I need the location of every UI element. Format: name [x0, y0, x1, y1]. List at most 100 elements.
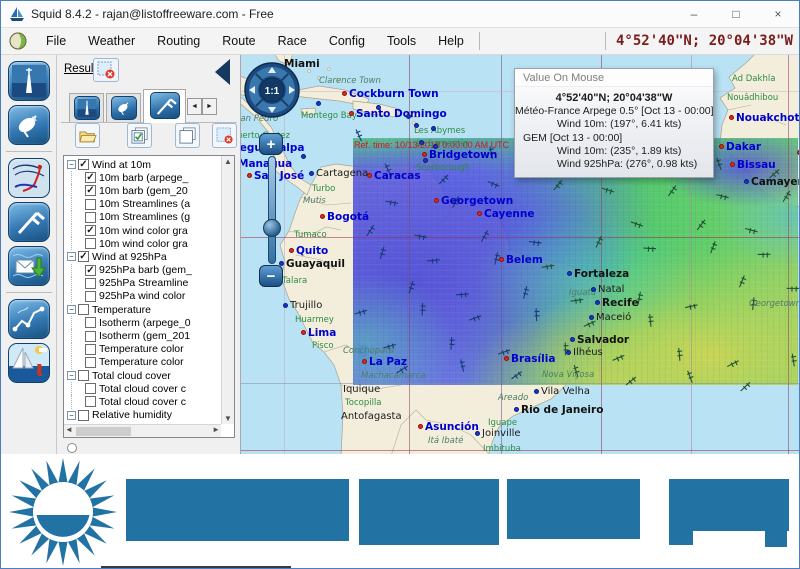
globe-icon[interactable]: [9, 32, 27, 50]
layer-checkbox[interactable]: [85, 212, 96, 223]
collapse-panel-arrow[interactable]: [215, 59, 230, 85]
layer-checkbox[interactable]: [85, 278, 96, 289]
tree-row[interactable]: 10m Streamlines (a: [65, 198, 220, 211]
layer-checkbox[interactable]: [85, 344, 96, 355]
tree-row[interactable]: Isotherm (arpege_0: [65, 316, 220, 329]
display-mode-radio[interactable]: [67, 443, 77, 453]
layer-checkbox[interactable]: [85, 291, 96, 302]
tree-row[interactable]: Temperature color: [65, 343, 220, 356]
tab-wind-barb[interactable]: [143, 89, 186, 123]
tree-expander-icon[interactable]: −: [67, 411, 76, 420]
clear-all-button[interactable]: [212, 123, 237, 148]
menu-item-file[interactable]: File: [35, 31, 77, 51]
tab-scroll-left[interactable]: ◄: [187, 98, 202, 115]
layers-tree: −✓Wind at 10m✓10m barb (arpege_✓10m barb…: [63, 155, 235, 438]
uncheck-all-button[interactable]: [175, 123, 200, 148]
tree-row[interactable]: ✓10m barb (gem_20: [65, 184, 220, 197]
layer-checkbox[interactable]: ✓: [85, 185, 96, 196]
layer-checkbox[interactable]: [85, 238, 96, 249]
tab-buoy[interactable]: [69, 93, 104, 122]
tree-row[interactable]: 10m wind color gra: [65, 237, 220, 250]
tree-indent: [71, 329, 85, 342]
layer-checkbox[interactable]: [85, 199, 96, 210]
tree-row[interactable]: −✓Wind at 10m: [65, 158, 220, 171]
layer-checkbox[interactable]: ✓: [85, 265, 96, 276]
menu-item-race[interactable]: Race: [267, 31, 318, 51]
app-sailboat-icon: [9, 6, 25, 22]
layer-checkbox[interactable]: [78, 304, 89, 315]
tab-scroll-right[interactable]: ►: [202, 98, 217, 115]
logo-text-block: [669, 531, 693, 545]
zoom-out-button[interactable]: −: [259, 265, 283, 287]
satellite-icon[interactable]: [8, 105, 50, 145]
tree-expander-icon[interactable]: −: [67, 305, 76, 314]
layer-checkbox[interactable]: ✓: [85, 172, 96, 183]
tree-expander-icon[interactable]: −: [67, 160, 76, 169]
tree-row[interactable]: Isotherm (gem_201: [65, 329, 220, 342]
tree-indent: [71, 382, 85, 395]
menu-item-tools[interactable]: Tools: [376, 31, 427, 51]
tree-row[interactable]: −Relative humidity: [65, 409, 220, 422]
layer-checkbox[interactable]: ✓: [78, 251, 89, 262]
sailboat-race-icon[interactable]: [8, 343, 50, 383]
tree-expander-icon[interactable]: −: [67, 371, 76, 380]
tab-satellite[interactable]: [106, 93, 141, 122]
layer-checkbox[interactable]: ✓: [85, 225, 96, 236]
layer-checkbox[interactable]: [78, 370, 89, 381]
tree-row[interactable]: 925hPa wind color: [65, 290, 220, 303]
check-all-button[interactable]: [127, 123, 152, 148]
layer-checkbox[interactable]: [78, 410, 89, 421]
clear-results-button[interactable]: [93, 58, 119, 82]
wind-barb-tab-icon: [150, 92, 180, 119]
tree-row[interactable]: Temperature color: [65, 356, 220, 369]
mouse-coordinates: 4°52'40"N; 20°04'38"W: [601, 32, 793, 50]
menu-item-config[interactable]: Config: [318, 31, 376, 51]
zoom-slider-knob[interactable]: [263, 219, 281, 237]
tree-row[interactable]: Total cloud cover c: [65, 382, 220, 395]
zoom-in-button[interactable]: +: [259, 133, 283, 155]
layer-checkbox[interactable]: [85, 317, 96, 328]
route-icon[interactable]: [8, 299, 50, 339]
layer-checkbox[interactable]: [85, 357, 96, 368]
open-folder-button[interactable]: [75, 123, 100, 148]
tree-expander-icon[interactable]: −: [67, 252, 76, 261]
map-viewport[interactable]: Ref. time: 10/13/2018 0:00:00 AM UTC Mia…: [241, 55, 800, 456]
layer-checkbox[interactable]: [85, 383, 96, 394]
maximize-button[interactable]: □: [715, 1, 757, 27]
tree-row[interactable]: −Temperature: [65, 303, 220, 316]
tree-row[interactable]: −Total cloud cover: [65, 369, 220, 382]
tree-indent: [71, 264, 85, 277]
zoom-slider-track[interactable]: [268, 156, 276, 264]
close-button[interactable]: ×: [757, 1, 799, 27]
layer-label: Wind at 10m: [92, 159, 151, 171]
layer-checkbox[interactable]: ✓: [78, 159, 89, 170]
tree-row[interactable]: Total cloud cover c: [65, 395, 220, 408]
grib-mail-download-icon[interactable]: [8, 246, 50, 286]
tree-row[interactable]: ✓925hPa barb (gem_: [65, 264, 220, 277]
tree-vertical-scrollbar[interactable]: ▲▼: [221, 156, 234, 424]
menu-item-weather[interactable]: Weather: [77, 31, 146, 51]
pan-wheel[interactable]: 1:1: [243, 61, 301, 119]
layer-checkbox[interactable]: [85, 396, 96, 407]
buoy-station-icon[interactable]: [8, 61, 50, 101]
layer-checkbox[interactable]: [85, 331, 96, 342]
tree-row[interactable]: ✓10m wind color gra: [65, 224, 220, 237]
tree-indent: [71, 316, 85, 329]
menu-item-help[interactable]: Help: [427, 31, 475, 51]
wind-barb-icon[interactable]: [8, 202, 50, 242]
menu-separator: [479, 32, 480, 50]
tree-horizontal-scrollbar[interactable]: ◄►: [64, 424, 221, 437]
logo-text-block: [126, 479, 349, 541]
value-on-mouse-line: GEM [Oct 13 - 00:00]: [515, 132, 713, 145]
tree-row[interactable]: −✓Wind at 925hPa: [65, 250, 220, 263]
weather-fronts-icon[interactable]: [8, 158, 50, 198]
tree-row[interactable]: ✓10m barb (arpege_: [65, 171, 220, 184]
minimize-button[interactable]: –: [673, 1, 715, 27]
menu-item-routing[interactable]: Routing: [146, 31, 211, 51]
tree-row[interactable]: 925hPa Streamline: [65, 277, 220, 290]
tree-row[interactable]: 10m Streamlines (g: [65, 211, 220, 224]
layer-label: 10m Streamlines (g: [99, 211, 190, 223]
menu-item-route[interactable]: Route: [211, 31, 266, 51]
layer-label: Total cloud cover c: [99, 383, 186, 395]
layer-label: 10m barb (arpege_: [99, 172, 188, 184]
